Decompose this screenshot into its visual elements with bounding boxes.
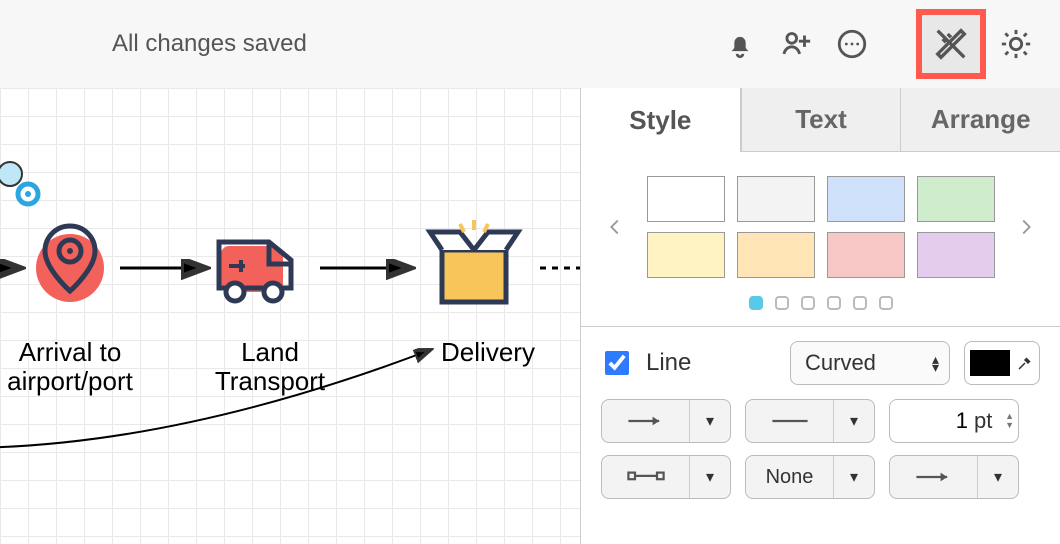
chevron-down-icon: ▾	[690, 400, 730, 442]
swatch[interactable]	[827, 232, 905, 278]
line-color-preview	[970, 350, 1010, 376]
chevron-down-icon: ▾	[978, 456, 1018, 498]
node-arrival[interactable]: Arrival toairport/port	[0, 326, 150, 395]
arrow-end-end-button[interactable]: ▾	[889, 455, 1019, 499]
more-icon[interactable]	[830, 22, 874, 66]
chevron-down-icon: ▾	[690, 456, 730, 498]
connection-style-button[interactable]: ▾	[601, 455, 731, 499]
format-panel: Style Text Arrange	[580, 88, 1060, 544]
swatch[interactable]	[737, 232, 815, 278]
line-width-stepper[interactable]: pt ▲▼	[889, 399, 1019, 443]
swatch-prev-icon[interactable]	[599, 211, 631, 243]
tab-style[interactable]: Style	[581, 88, 741, 152]
stepper-arrows-icon[interactable]: ▲▼	[1005, 412, 1018, 430]
waypoint-select[interactable]: None ▾	[745, 455, 875, 499]
save-status: All changes saved	[112, 30, 307, 58]
swatch[interactable]	[647, 232, 725, 278]
node-land-transport[interactable]: LandTransport	[190, 326, 350, 395]
theme-icon[interactable]	[994, 22, 1038, 66]
line-style-select[interactable]: Curved ▴▾	[790, 341, 950, 385]
line-style-value: Curved	[805, 350, 876, 376]
pager-dot[interactable]	[879, 296, 893, 310]
arrow-end-start-button[interactable]: ▾	[601, 399, 731, 443]
eyedropper-icon	[1016, 354, 1034, 372]
pager-dot[interactable]	[853, 296, 867, 310]
swatch-next-icon[interactable]	[1010, 211, 1042, 243]
swatch[interactable]	[737, 176, 815, 222]
tab-text[interactable]: Text	[741, 88, 902, 152]
pager-dot[interactable]	[827, 296, 841, 310]
swatch[interactable]	[827, 176, 905, 222]
line-checkbox[interactable]	[605, 351, 629, 375]
tab-arrange[interactable]: Arrange	[901, 88, 1060, 152]
top-toolbar: All changes saved	[0, 0, 1060, 88]
share-icon[interactable]	[774, 22, 818, 66]
waypoint-value: None	[746, 456, 834, 498]
node-delivery[interactable]: Delivery	[418, 326, 558, 367]
chevrons-updown-icon: ▴▾	[932, 355, 939, 371]
notifications-icon[interactable]	[718, 22, 762, 66]
swatch[interactable]	[917, 176, 995, 222]
node-label: LandTransport	[190, 338, 350, 395]
node-label: Delivery	[418, 338, 558, 367]
line-color-button[interactable]	[964, 341, 1040, 385]
swatch-pager	[581, 286, 1060, 326]
node-label: Arrival toairport/port	[0, 338, 150, 395]
swatch[interactable]	[917, 232, 995, 278]
panel-tabs: Style Text Arrange	[581, 88, 1060, 152]
pager-dot[interactable]	[749, 296, 763, 310]
line-dash-button[interactable]: ▾	[745, 399, 875, 443]
diagram-canvas[interactable]: Arrival toairport/port LandTransport Del…	[0, 88, 580, 544]
swatch[interactable]	[647, 176, 725, 222]
line-label: Line	[646, 349, 776, 377]
pager-dot[interactable]	[775, 296, 789, 310]
color-swatch-grid	[631, 176, 1010, 278]
pager-dot[interactable]	[801, 296, 815, 310]
chevron-down-icon: ▾	[834, 456, 874, 498]
line-width-unit: pt	[970, 408, 996, 434]
design-tools-button[interactable]	[916, 9, 986, 79]
line-width-input[interactable]	[890, 407, 970, 435]
chevron-down-icon: ▾	[834, 400, 874, 442]
